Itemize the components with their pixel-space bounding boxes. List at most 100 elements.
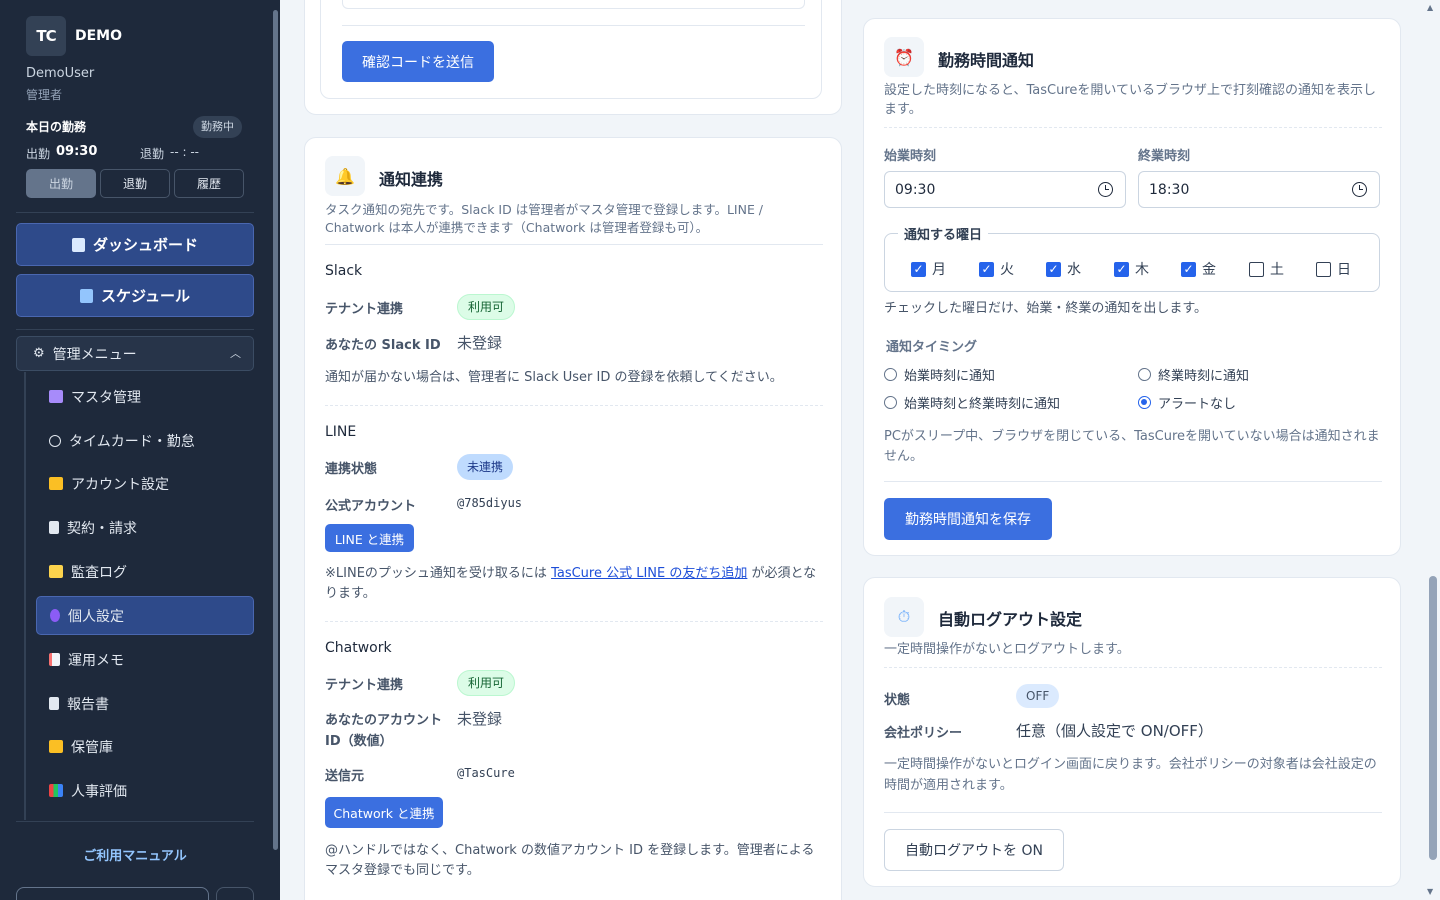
clock-icon[interactable]	[1352, 182, 1367, 197]
send-code-button[interactable]: 確認コードを送信	[342, 41, 494, 82]
timing-label: 通知タイミング	[886, 340, 978, 355]
clock-icon[interactable]	[1098, 182, 1113, 197]
slack-id-label: あなたの Slack ID	[325, 338, 441, 353]
stopwatch-icon	[49, 434, 61, 447]
sleep-note: PCがスリープ中、ブラウザを閉じている、TasCureを開いていない場合は通知さ…	[884, 429, 1380, 464]
admin-menu-toggle[interactable]: ⚙ 管理メニュー ︿	[16, 336, 254, 371]
dashboard-button[interactable]: ダッシュボード	[16, 223, 254, 266]
radio-icon[interactable]	[884, 368, 897, 381]
checkbox-checked-icon[interactable]: ✓	[1046, 261, 1061, 277]
timing-both[interactable]: 始業時刻と終業時刻に通知	[884, 393, 1060, 412]
chatwork-id-value: 未登録	[457, 710, 503, 728]
alarm-clock-icon: ⏰	[884, 37, 924, 77]
logo: TC	[26, 16, 66, 56]
brand-name: DEMO	[75, 28, 123, 44]
checkbox-checked-icon[interactable]: ✓	[1181, 261, 1196, 277]
sidebar-item-storage[interactable]: 保管庫	[36, 727, 254, 766]
scroll-up-arrow-icon[interactable]: ▲	[1427, 3, 1433, 12]
sidebar-item-label: タイムカード・勤怠	[69, 433, 195, 450]
timer-icon: ⏱	[884, 597, 924, 637]
autologout-on-button[interactable]: 自動ログアウトを ON	[884, 829, 1064, 871]
notify-card: 🔔 通知連携 タスク通知の宛先です。Slack ID は管理者がマスタ管理で登録…	[304, 137, 842, 900]
line-note: ※LINEのプッシュ通知を受け取るには TasCure 公式 LINE の友だち…	[325, 564, 825, 604]
divider	[16, 329, 254, 330]
day-checkbox-fri[interactable]: ✓ 金	[1181, 259, 1216, 279]
day-checkbox-tue[interactable]: ✓ 火	[979, 259, 1014, 279]
bottom-control-2[interactable]	[216, 887, 254, 900]
checkbox-checked-icon[interactable]: ✓	[979, 261, 994, 277]
sidebar-item-contract[interactable]: 契約・請求	[36, 508, 254, 547]
day-label: 月	[932, 262, 946, 278]
end-time-input[interactable]: 18:30	[1138, 171, 1380, 208]
admin-menu-label: 管理メニュー	[52, 346, 137, 363]
autologout-card: ⏱ 自動ログアウト設定 一定時間操作がないとログアウトします。 状態 OFF 会…	[863, 577, 1401, 887]
sidebar: TC DEMO DemoUser 管理者 本日の勤務 勤務中 出勤 09:30 …	[0, 0, 280, 900]
main-scrollbar-thumb[interactable]	[1429, 576, 1437, 860]
day-checkbox-sun[interactable]: 日	[1316, 259, 1351, 279]
autologout-title: 自動ログアウト設定	[938, 610, 1083, 629]
days-legend: 通知する曜日	[898, 224, 989, 243]
person-icon	[50, 609, 60, 622]
sidebar-item-timecard[interactable]: タイムカード・勤怠	[36, 421, 254, 460]
today-work-label: 本日の勤務	[26, 120, 87, 134]
divider	[884, 667, 1382, 668]
radio-icon[interactable]	[884, 396, 897, 409]
sidebar-item-label: 契約・請求	[67, 520, 137, 537]
line-connect-button[interactable]: LINE と連携	[325, 524, 414, 552]
bottom-control[interactable]	[16, 887, 209, 900]
chatwork-connect-button[interactable]: Chatwork と連携	[325, 797, 443, 828]
timing-start[interactable]: 始業時刻に通知	[884, 365, 995, 384]
schedule-button[interactable]: スケジュール	[16, 274, 254, 317]
chatwork-heading: Chatwork	[325, 640, 392, 656]
sidebar-item-label: 個人設定	[68, 608, 124, 625]
chatwork-note: @ハンドルではなく、Chatwork の数値アカウント ID を登録します。管理…	[325, 843, 815, 878]
day-label: 火	[1000, 262, 1014, 278]
chatwork-sender-label: 送信元	[325, 769, 365, 784]
save-worktime-button[interactable]: 勤務時間通知を保存	[884, 498, 1052, 540]
slack-tenant-status: 利用可	[457, 294, 516, 320]
divider	[325, 405, 823, 406]
sidebar-item-account[interactable]: アカウント設定	[36, 464, 254, 503]
checkbox-empty-icon[interactable]	[1316, 261, 1331, 277]
worktime-title: 勤務時間通知	[938, 51, 1035, 70]
radio-selected-icon[interactable]	[1138, 396, 1151, 409]
sidebar-item-master[interactable]: マスタ管理	[36, 377, 254, 416]
sidebar-scrollbar-thumb[interactable]	[273, 10, 278, 850]
sidebar-item-audit[interactable]: 監査ログ	[36, 552, 254, 591]
timing-none[interactable]: アラートなし	[1138, 393, 1236, 412]
checkbox-checked-icon[interactable]: ✓	[1114, 261, 1129, 277]
checkbox-empty-icon[interactable]	[1249, 261, 1264, 277]
scroll-down-arrow-icon[interactable]: ▼	[1427, 887, 1433, 896]
history-button[interactable]: 履歴	[174, 169, 244, 198]
sidebar-item-evaluation[interactable]: 人事評価	[36, 771, 254, 810]
clock-out-button[interactable]: 退勤	[100, 169, 170, 198]
day-checkbox-mon[interactable]: ✓ 月	[911, 259, 946, 279]
sidebar-item-memo[interactable]: 運用メモ	[36, 640, 254, 679]
clock-in-button[interactable]: 出勤	[26, 169, 96, 198]
start-time-input[interactable]: 09:30	[884, 171, 1126, 208]
policy-label: 会社ポリシー	[884, 726, 963, 741]
sidebar-item-label: 人事評価	[71, 783, 127, 800]
sidebar-item-report[interactable]: 報告書	[36, 684, 254, 723]
day-checkbox-sat[interactable]: 土	[1249, 259, 1284, 279]
divider	[884, 812, 1382, 813]
notify-description: タスク通知の宛先です。Slack ID は管理者がマスタ管理で登録します。LIN…	[325, 202, 764, 235]
user-role: 管理者	[26, 88, 63, 102]
clock-out-time: -- : --	[170, 145, 199, 159]
end-time-value: 18:30	[1149, 181, 1190, 198]
day-checkbox-wed[interactable]: ✓ 水	[1046, 259, 1081, 279]
user-name: DemoUser	[26, 66, 95, 81]
line-friend-link[interactable]: TasCure 公式 LINE の友だち追加	[551, 566, 747, 581]
sidebar-item-label: アカウント設定	[71, 476, 169, 493]
radio-icon[interactable]	[1138, 368, 1151, 381]
day-label: 土	[1270, 262, 1284, 278]
worktime-description: 設定した時刻になると、TasCureを開いているブラウザ上で打刻確認の通知を表示…	[884, 83, 1376, 117]
day-checkbox-thu[interactable]: ✓ 木	[1114, 259, 1149, 279]
code-input[interactable]	[342, 0, 805, 9]
timing-end[interactable]: 終業時刻に通知	[1138, 365, 1249, 384]
sidebar-item-label: 報告書	[67, 696, 109, 713]
sidebar-item-personal[interactable]: 個人設定	[36, 596, 254, 635]
checkbox-checked-icon[interactable]: ✓	[911, 261, 926, 277]
chatwork-tenant-status: 利用可	[457, 670, 516, 696]
manual-link[interactable]: ご利用マニュアル	[0, 845, 270, 864]
